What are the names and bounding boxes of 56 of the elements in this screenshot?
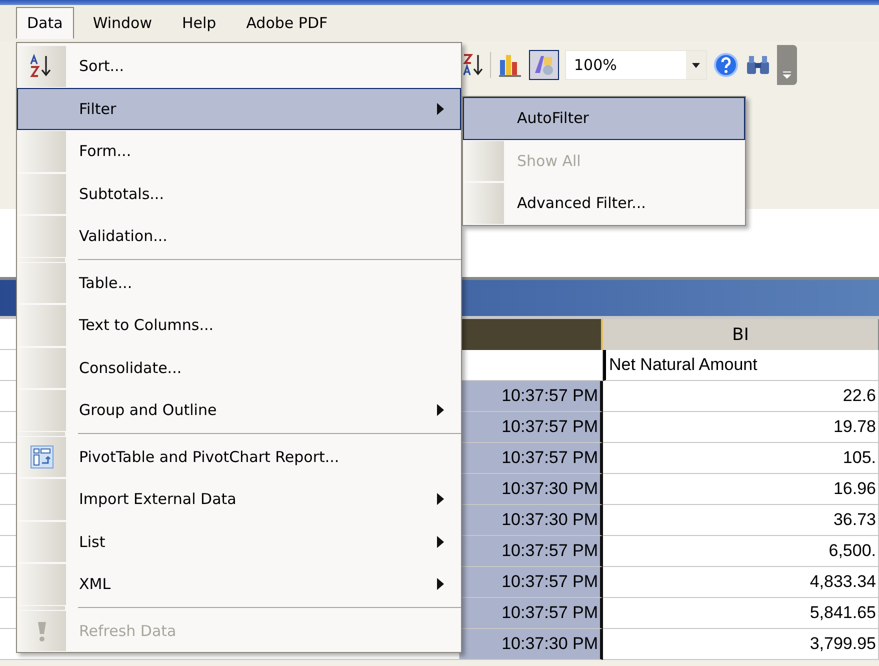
zoom-field[interactable]: 100% bbox=[565, 50, 707, 80]
submenu-arrow-icon bbox=[437, 102, 444, 115]
shapes-icon bbox=[532, 53, 556, 77]
pivot-table-icon bbox=[30, 444, 54, 469]
chart-icon[interactable] bbox=[497, 52, 523, 78]
submenu-arrow-icon bbox=[437, 404, 444, 416]
table-cell: 6,500. bbox=[603, 536, 879, 567]
binoculars-icon[interactable] bbox=[745, 53, 771, 77]
dropdown-arrow-icon[interactable] bbox=[692, 62, 700, 68]
menu-item[interactable]: Subtotals... bbox=[17, 172, 461, 215]
menu-bar-item[interactable]: Window bbox=[82, 7, 163, 39]
toolbar-options-button[interactable] bbox=[777, 45, 797, 85]
table-cell: 10:37:30 PM bbox=[460, 474, 603, 505]
menu-item[interactable]: Text to Columns... bbox=[17, 304, 461, 346]
menu-item[interactable]: Form... bbox=[17, 130, 461, 172]
column-header[interactable] bbox=[460, 319, 603, 350]
chevron-down-icon bbox=[783, 71, 791, 79]
table-cell: 10:37:57 PM bbox=[460, 598, 603, 629]
menu-item[interactable]: Filter bbox=[17, 88, 461, 130]
menu-item[interactable]: PivotTable and PivotChart Report... bbox=[17, 436, 461, 478]
menu-item[interactable]: AutoFilter bbox=[463, 97, 745, 140]
table-cell: 10:37:30 PM bbox=[460, 629, 603, 660]
menu-bar-item[interactable]: Data bbox=[16, 7, 74, 39]
table-cell: 10:37:57 PM bbox=[460, 536, 603, 567]
drawing-tool-button[interactable] bbox=[529, 50, 559, 80]
menu-item[interactable]: Group and Outline bbox=[17, 389, 461, 432]
table-cell: 4,833.34 bbox=[603, 567, 879, 598]
table-cell: 10:37:30 PM bbox=[460, 505, 603, 536]
menu-item[interactable]: Import External Data bbox=[17, 478, 461, 520]
sort-descending-icon[interactable] bbox=[462, 53, 484, 77]
menu-item[interactable]: Advanced Filter... bbox=[463, 182, 745, 224]
menu-bar-item[interactable]: Help bbox=[170, 7, 228, 39]
table-cell: 5,841.65 bbox=[603, 598, 879, 629]
menu-item[interactable]: XML bbox=[17, 563, 461, 606]
menu-item[interactable]: Table... bbox=[17, 262, 461, 304]
table-cell: Net Natural Amount bbox=[603, 350, 879, 381]
table-cell: 105. bbox=[603, 443, 879, 474]
submenu-arrow-icon bbox=[437, 578, 444, 590]
submenu-arrow-icon bbox=[437, 536, 444, 548]
menu-bar-item[interactable]: Adobe PDF bbox=[235, 7, 339, 39]
submenu-arrow-icon bbox=[437, 493, 444, 506]
table-cell: 10:37:57 PM bbox=[460, 381, 603, 412]
table-cell: 10:37:57 PM bbox=[460, 412, 603, 443]
help-icon[interactable] bbox=[713, 52, 739, 78]
table-cell: 10:37:57 PM bbox=[460, 567, 603, 598]
table-cell: 19.78 bbox=[603, 412, 879, 443]
table-cell: 36.73 bbox=[603, 505, 879, 536]
menu-item[interactable]: List bbox=[17, 520, 461, 563]
table-cell: 22.6 bbox=[603, 381, 879, 412]
menu-item[interactable]: Validation... bbox=[17, 215, 461, 258]
menu-item[interactable]: Sort... bbox=[17, 45, 461, 88]
table-cell: 3,799.95 bbox=[603, 629, 879, 660]
column-header[interactable]: BI bbox=[603, 319, 879, 350]
table-cell: 16.96 bbox=[603, 474, 879, 505]
table-cell: 10:37:57 PM bbox=[460, 443, 603, 474]
menu-item[interactable]: Consolidate... bbox=[17, 346, 461, 389]
